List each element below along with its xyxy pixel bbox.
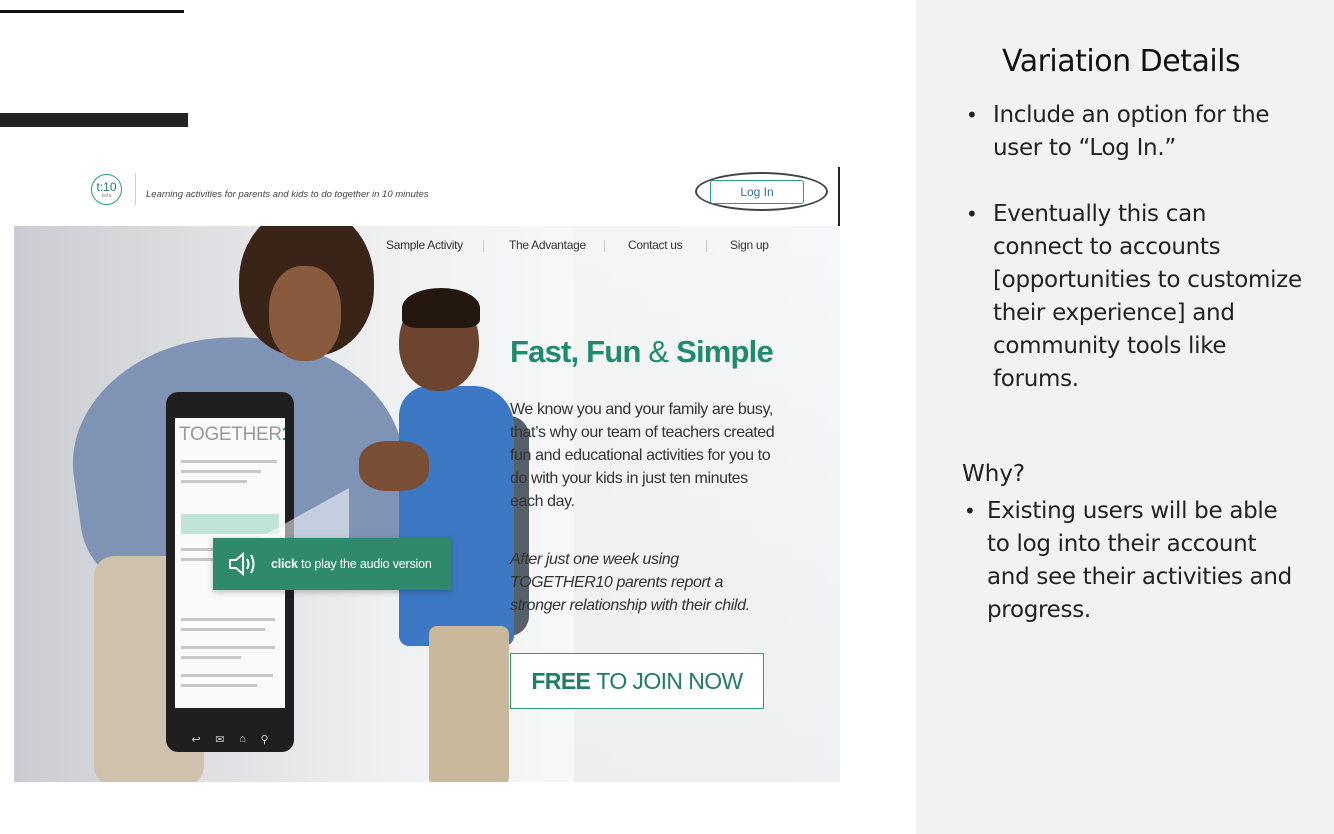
back-icon: ↩ (191, 734, 201, 746)
details-list-item: Eventually this can connect to accounts … (962, 198, 1302, 396)
phone-text-line (181, 480, 247, 483)
nav-separator (604, 240, 605, 252)
decorative-line-thick (0, 113, 188, 127)
phone-nav-bar: ↩ ✉ ⌂ ⚲ (166, 733, 294, 746)
logo-text: t:10 (96, 179, 117, 194)
audio-click-text: click (271, 557, 298, 571)
header-divider (135, 173, 136, 205)
phone-text-line (181, 618, 275, 621)
details-list: Include an option for the user to “Log I… (962, 99, 1302, 396)
variation-details-panel: Variation Details Include an option for … (916, 0, 1334, 834)
audio-rest-text: to play the audio version (297, 557, 432, 571)
logo-beta-label: beta (101, 192, 112, 199)
nav-separator (483, 240, 484, 252)
hero-testimonial: After just one week using TOGETHER10 par… (510, 551, 750, 614)
hero-title-amp: & (648, 334, 669, 369)
phone-text-line (181, 684, 257, 687)
play-audio-button[interactable]: click to play the audio version (213, 538, 451, 590)
photo-parent-face (269, 266, 341, 361)
login-button[interactable]: Log In (710, 180, 804, 204)
cta-rest-text: TO JOIN NOW (596, 667, 743, 694)
panel-title: Variation Details (1002, 44, 1241, 79)
why-heading: Why? (962, 461, 1026, 487)
website-mockup: t:10 beta Learning activities for parent… (14, 167, 840, 782)
photo-child-pants (429, 626, 509, 782)
audio-button-label: click to play the audio version (271, 557, 432, 571)
speaker-icon (213, 551, 271, 577)
phone-text-line (181, 628, 265, 631)
hero-title-part: Simple (668, 334, 774, 369)
decorative-line-thin (0, 10, 184, 13)
site-tagline: Learning activities for parents and kids… (146, 189, 429, 200)
hero-title-part: Fast, Fun (510, 334, 649, 369)
phone-brand: TOGETHER10 (179, 424, 285, 446)
phone-text-line (181, 460, 277, 463)
photo-hands (359, 441, 429, 491)
nav-sample-activity[interactable]: Sample Activity (386, 238, 463, 252)
nav-the-advantage[interactable]: The Advantage (509, 238, 586, 252)
phone-text-line (181, 656, 241, 659)
nav-sign-up[interactable]: Sign up (730, 238, 769, 252)
phone-text-line (181, 470, 261, 473)
photo-child-hair (402, 288, 480, 328)
hero-title: Fast, Fun & Simple (510, 334, 774, 370)
nav-contact-us[interactable]: Contact us (628, 238, 683, 252)
phone-brand-text: TOGETHER (179, 424, 282, 445)
site-logo[interactable]: t:10 beta (91, 174, 122, 205)
cta-bold-text: FREE (531, 667, 591, 694)
details-list-item: Include an option for the user to “Log I… (962, 99, 1302, 165)
phone-text-line (181, 646, 275, 649)
photo-child-body (399, 386, 514, 646)
why-list-item: Existing users will be able to log into … (962, 495, 1302, 627)
nav-separator (706, 240, 707, 252)
phone-text-line (181, 674, 273, 677)
free-to-join-button[interactable]: FREE TO JOIN NOW (510, 653, 764, 709)
phone-brand-number: 10 (282, 424, 285, 445)
site-header: t:10 beta Learning activities for parent… (14, 167, 840, 277)
why-list: Existing users will be able to log into … (962, 495, 1302, 627)
home-icon: ⌂ (239, 733, 246, 745)
hero-section: Sample Activity The Advantage Contact us… (14, 226, 840, 782)
audio-callout-wedge (259, 488, 349, 538)
search-icon: ⚲ (260, 734, 269, 746)
mail-icon: ✉ (215, 734, 225, 746)
hero-description: We know you and your family are busy, th… (510, 401, 775, 510)
